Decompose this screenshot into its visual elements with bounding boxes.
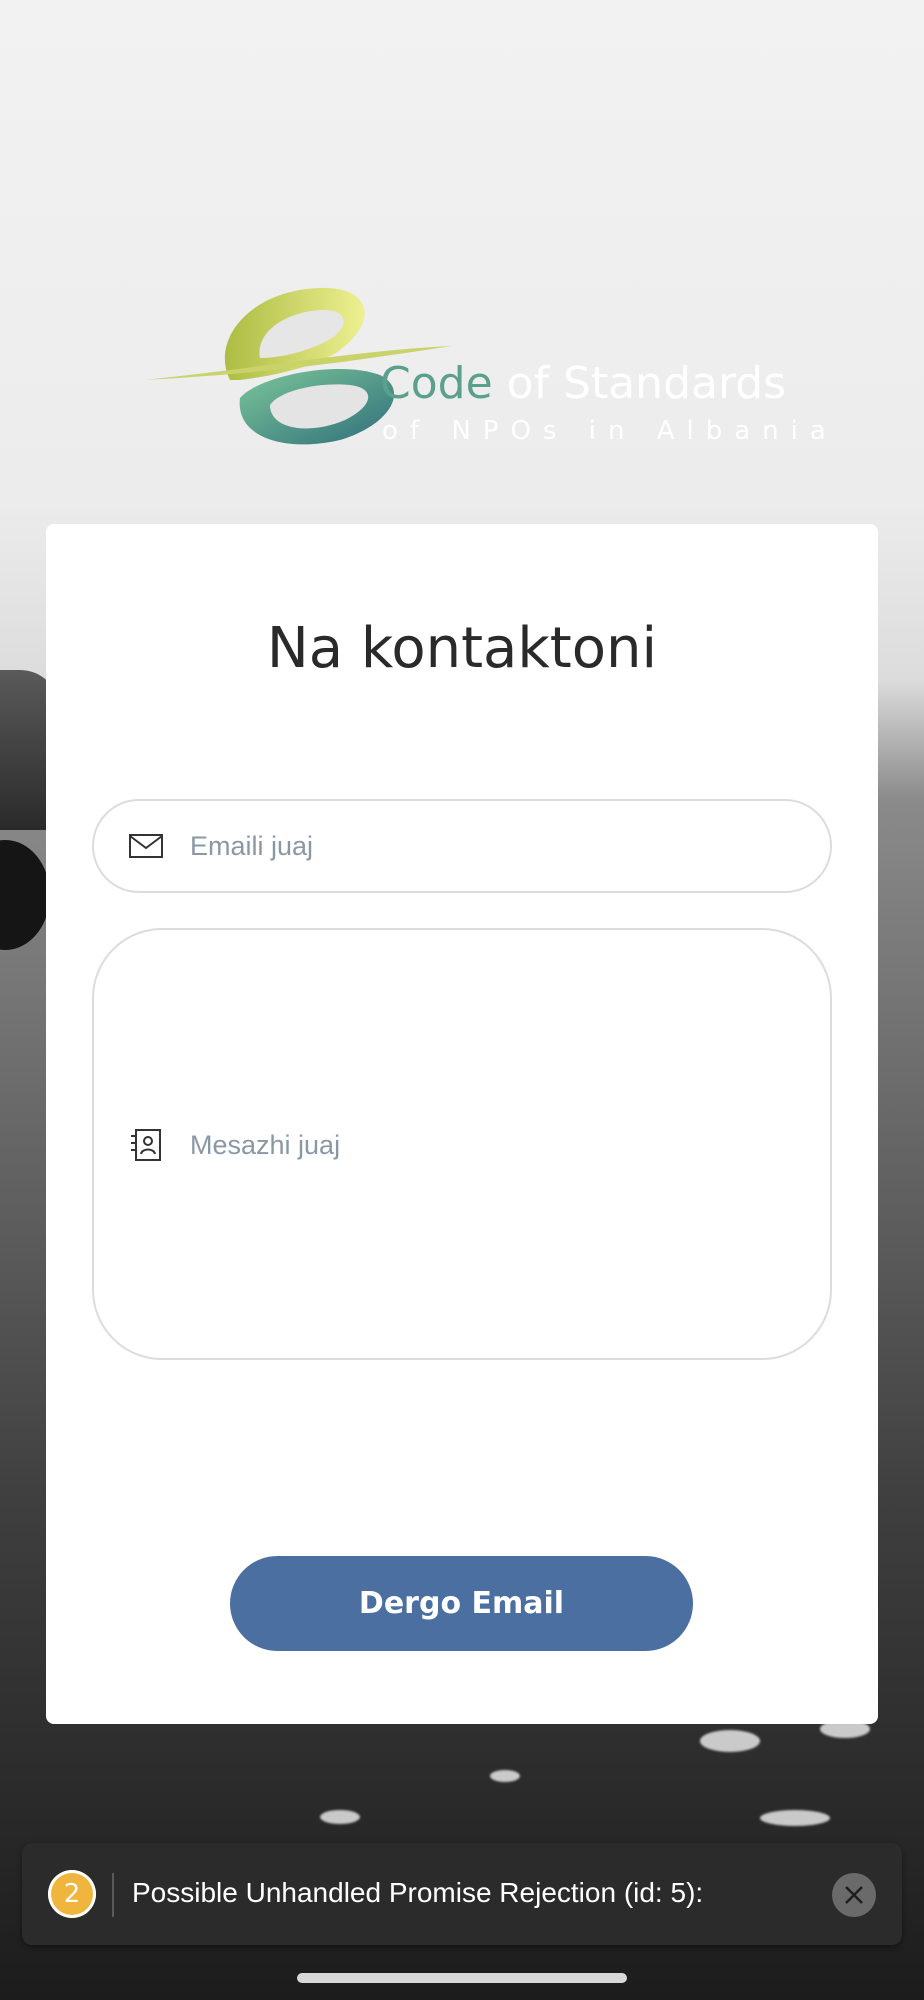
toast-close-button[interactable] — [832, 1873, 876, 1917]
toast-divider — [112, 1873, 114, 1917]
background-foam — [320, 1810, 360, 1824]
home-indicator[interactable] — [297, 1973, 627, 1983]
logo-subline: of NPOs in Albania — [382, 416, 838, 446]
logo-wordmark: Code of Standards — [380, 358, 786, 409]
email-placeholder: Emaili juaj — [190, 831, 314, 861]
logo-brand-word: Code — [380, 358, 493, 409]
app-logo: Code of Standards of NPOs in Albania — [140, 280, 826, 460]
email-field[interactable]: Emaili juaj — [92, 799, 832, 893]
envelope-icon — [128, 828, 164, 864]
contact-card-icon — [128, 1127, 164, 1163]
background-foam — [760, 1810, 830, 1826]
message-placeholder: Mesazhi juaj — [190, 1130, 341, 1160]
toast-count-badge: 2 — [48, 1870, 96, 1918]
background-foam — [700, 1730, 760, 1752]
app-screen: Code of Standards of NPOs in Albania Na … — [0, 0, 924, 2000]
error-toast[interactable]: 2 Possible Unhandled Promise Rejection (… — [22, 1843, 902, 1945]
toast-message: Possible Unhandled Promise Rejection (id… — [132, 1877, 704, 1908]
message-field[interactable]: Mesazhi juaj — [92, 928, 832, 1360]
logo-tagline: of Standards — [492, 358, 787, 409]
background-rock — [0, 840, 50, 950]
close-icon — [845, 1886, 863, 1904]
background-foam — [490, 1770, 520, 1782]
page-title: Na kontaktoni — [266, 616, 658, 681]
send-email-button[interactable]: Dergo Email — [230, 1556, 693, 1651]
